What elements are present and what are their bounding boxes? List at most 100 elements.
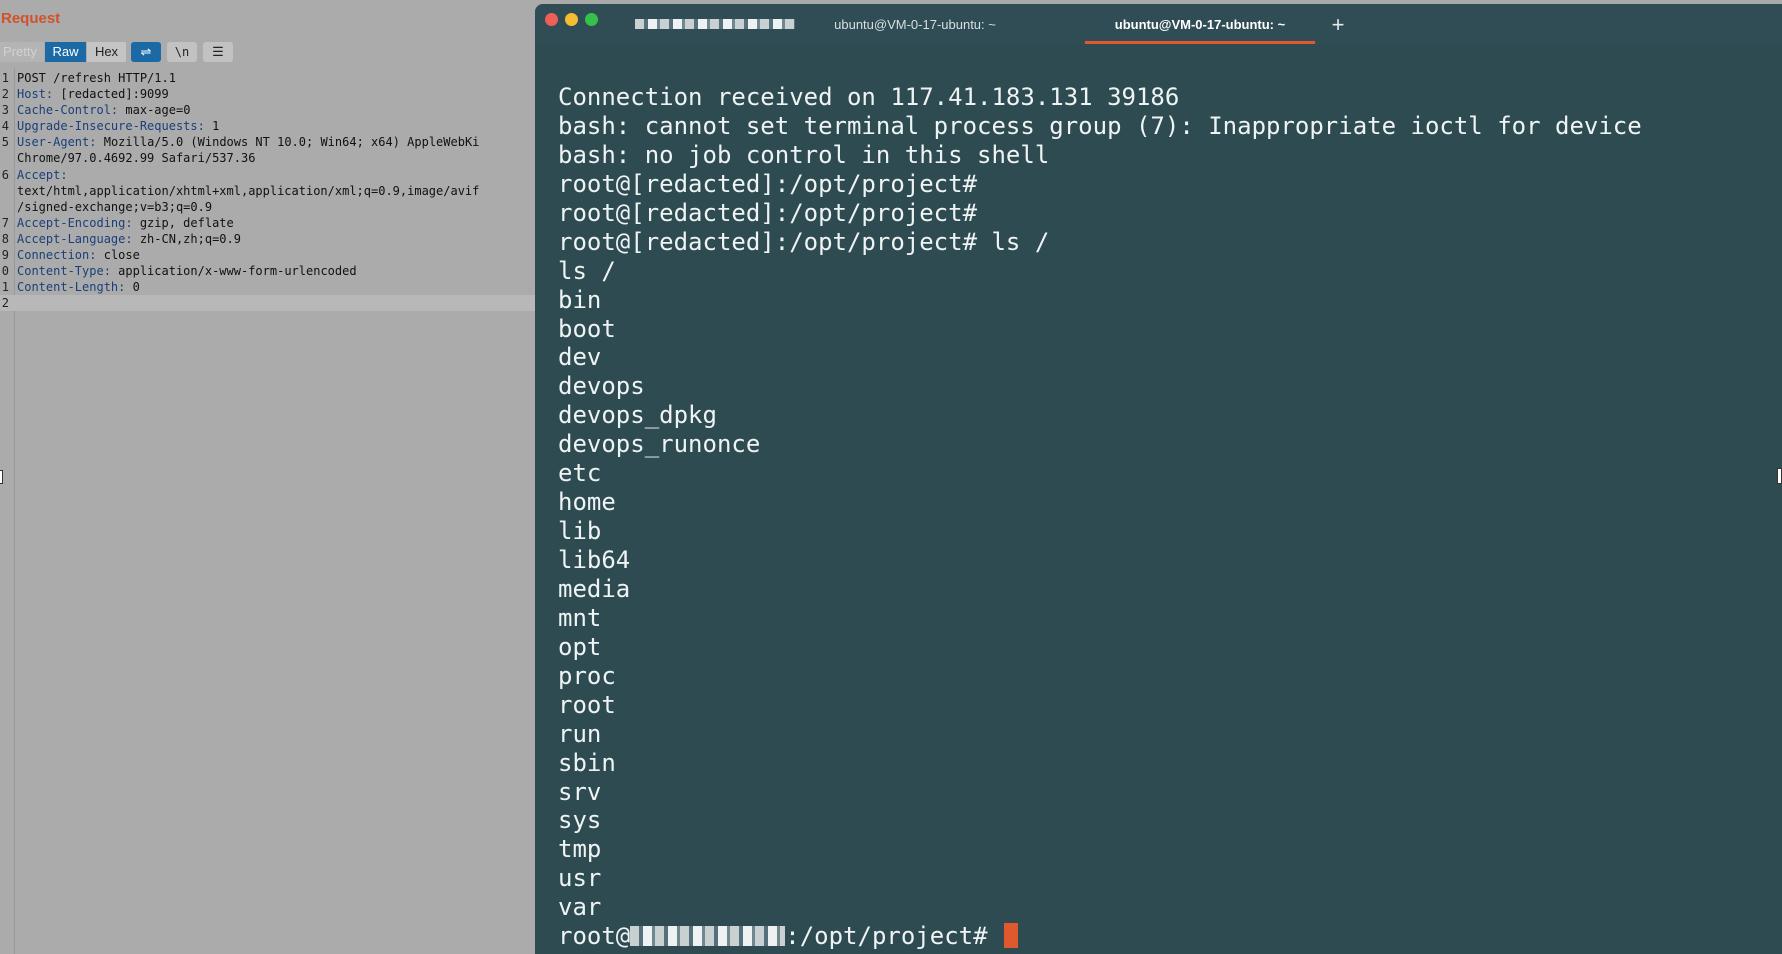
terminal-line: var <box>558 893 602 922</box>
header-value: POST /refresh HTTP/1.1 <box>17 71 176 85</box>
terminal-titlebar: ubuntu@VM-0-17-ubuntu: ~ ubuntu@VM-0-17-… <box>535 4 1782 44</box>
terminal-line: lib64 <box>558 546 631 574</box>
line-text: Chrome/97.0.4692.99 Safari/537.36 <box>9 150 255 166</box>
line-number: 2 <box>1 296 9 311</box>
line-text: /signed-exchange;v=b3;q=0.9 <box>9 199 212 215</box>
line-text: Accept-Encoding: gzip, deflate <box>9 215 234 231</box>
line-text: Content-Type: application/x-www-form-url… <box>9 263 357 279</box>
close-window-button[interactable] <box>545 13 558 26</box>
tab-pretty[interactable]: Pretty <box>0 42 44 62</box>
request-editor[interactable]: 1 POST /refresh HTTP/1.1 2 Host: [redacted]… <box>0 70 560 312</box>
right-resize-handle[interactable] <box>1777 468 1782 484</box>
terminal-line: lib <box>558 517 602 546</box>
line-text: Accept: <box>9 167 75 183</box>
show-newlines-button[interactable]: \n <box>167 42 197 62</box>
terminal-tab-2[interactable]: ubuntu@VM-0-17-ubuntu: ~ <box>825 4 1005 44</box>
header-key: Upgrade-Insecure-Requests: <box>17 119 205 134</box>
line-number: 9 <box>1 248 9 263</box>
terminal-line: bash: cannot set terminal process group … <box>558 111 1642 140</box>
header-key: Content-Type: <box>17 264 111 279</box>
header-key: Host: <box>17 87 54 102</box>
request-line: 2 <box>0 295 560 312</box>
terminal-line: opt <box>558 632 602 661</box>
header-key: Accept-Language: <box>17 231 133 246</box>
terminal-line: srv <box>558 777 602 806</box>
wrap-lines-icon: ⇌ <box>140 44 152 59</box>
header-value: Chrome/97.0.4692.99 Safari/537.36 <box>17 151 256 166</box>
header-key: Accept-Encoding: <box>17 215 133 230</box>
line-number: 2 <box>1 87 9 102</box>
header-value: 1 <box>212 119 220 134</box>
request-line: 6 Accept: <box>0 167 560 183</box>
request-line: 5 User-Agent: Mozilla/5.0 (Windows NT 10.… <box>0 134 560 150</box>
terminal-line: proc <box>558 661 616 690</box>
line-number: 3 <box>1 103 9 118</box>
terminal-line: usr <box>558 864 602 893</box>
line-text: Upgrade-Insecure-Requests: 1 <box>9 118 219 134</box>
header-value: text/html,application/xhtml+xml,applicat… <box>17 183 480 198</box>
request-line: Chrome/97.0.4692.99 Safari/537.36 <box>0 150 560 166</box>
new-tab-button[interactable]: + <box>1323 10 1353 40</box>
terminal-tab-3-active[interactable]: ubuntu@VM-0-17-ubuntu: ~ <box>1085 4 1315 44</box>
header-key: Cache-Control: <box>17 103 119 118</box>
request-pane: Request Pretty Raw Hex ⇌ \n ☰ 1 POST /ref… <box>0 0 560 954</box>
terminal-line: sbin <box>558 748 616 777</box>
terminal-line: root@[redacted]:/opt/project# <box>558 198 978 227</box>
line-number <box>0 199 9 215</box>
line-text <box>9 295 17 311</box>
header-key: Connection: <box>17 248 97 263</box>
line-number: 5 <box>1 135 9 150</box>
terminal-tab-1[interactable] <box>625 4 805 44</box>
line-number: 8 <box>1 231 9 246</box>
terminal-line: bash: no job control in this shell <box>558 140 1050 169</box>
terminal-window: ubuntu@VM-0-17-ubuntu: ~ ubuntu@VM-0-17-… <box>535 4 1782 954</box>
line-number: 6 <box>1 167 9 182</box>
line-text: Content-Length: 0 <box>9 279 140 295</box>
line-number: 7 <box>1 215 9 230</box>
header-value: 0 <box>132 280 140 295</box>
header-value: close <box>103 248 140 263</box>
request-line: 8 Accept-Language: zh-CN,zh;q=0.9 <box>0 231 560 247</box>
line-text: text/html,application/xhtml+xml,applicat… <box>9 183 479 199</box>
line-number: 1 <box>1 71 9 85</box>
redacted-tab-title <box>635 19 795 29</box>
tab-raw[interactable]: Raw <box>45 42 86 62</box>
options-menu-button[interactable]: ☰ <box>203 42 233 62</box>
terminal-line: root@[redacted]:/opt/project# <box>558 169 978 198</box>
header-value: application/x-www-form-urlencoded <box>118 264 357 279</box>
terminal-line: bin <box>558 285 602 314</box>
terminal-line: ls / <box>558 256 616 285</box>
header-value: [redacted]:9099 <box>60 87 169 102</box>
request-line: 1 POST /refresh HTTP/1.1 <box>0 70 560 86</box>
terminal-line: media <box>558 574 631 603</box>
prompt-path: :/opt/project# <box>785 922 988 951</box>
request-line: 1 Content-Length: 0 <box>0 279 560 295</box>
terminal-output[interactable]: Connection received on 117.41.183.131 39… <box>558 83 1782 951</box>
terminal-line: sys <box>558 806 602 835</box>
prompt-user: root@ <box>558 922 631 951</box>
terminal-line: dev <box>558 343 602 372</box>
line-number <box>0 183 9 199</box>
zoom-window-button[interactable] <box>585 13 598 26</box>
line-text: Accept-Language: zh-CN,zh;q=0.9 <box>9 231 241 247</box>
request-line: 7 Accept-Encoding: gzip, deflate <box>0 215 560 231</box>
line-number: 1 <box>1 280 9 295</box>
terminal-line: mnt <box>558 603 602 632</box>
terminal-prompt-line[interactable]: root@ :/opt/project# <box>558 922 1782 951</box>
terminal-line: run <box>558 719 602 748</box>
terminal-line: tmp <box>558 835 602 864</box>
wrap-lines-button[interactable]: ⇌ <box>131 42 161 62</box>
line-text: POST /refresh HTTP/1.1 <box>9 70 176 86</box>
request-line: 4 Upgrade-Insecure-Requests: 1 <box>0 118 560 134</box>
terminal-line: boot <box>558 314 616 343</box>
header-value: Mozilla/5.0 (Windows NT 10.0; Win64; x64… <box>103 135 480 150</box>
terminal-line: Connection received on 117.41.183.131 39… <box>558 83 1180 111</box>
tab-hex[interactable]: Hex <box>87 42 126 62</box>
request-title: Request <box>1 10 61 27</box>
left-resize-handle[interactable] <box>0 470 3 484</box>
header-value: zh-CN,zh;q=0.9 <box>139 231 241 246</box>
terminal-line: devops_dpkg <box>558 401 717 430</box>
minimize-window-button[interactable] <box>565 13 578 26</box>
line-text: Cache-Control: max-age=0 <box>9 102 190 118</box>
terminal-line: devops <box>558 372 645 401</box>
